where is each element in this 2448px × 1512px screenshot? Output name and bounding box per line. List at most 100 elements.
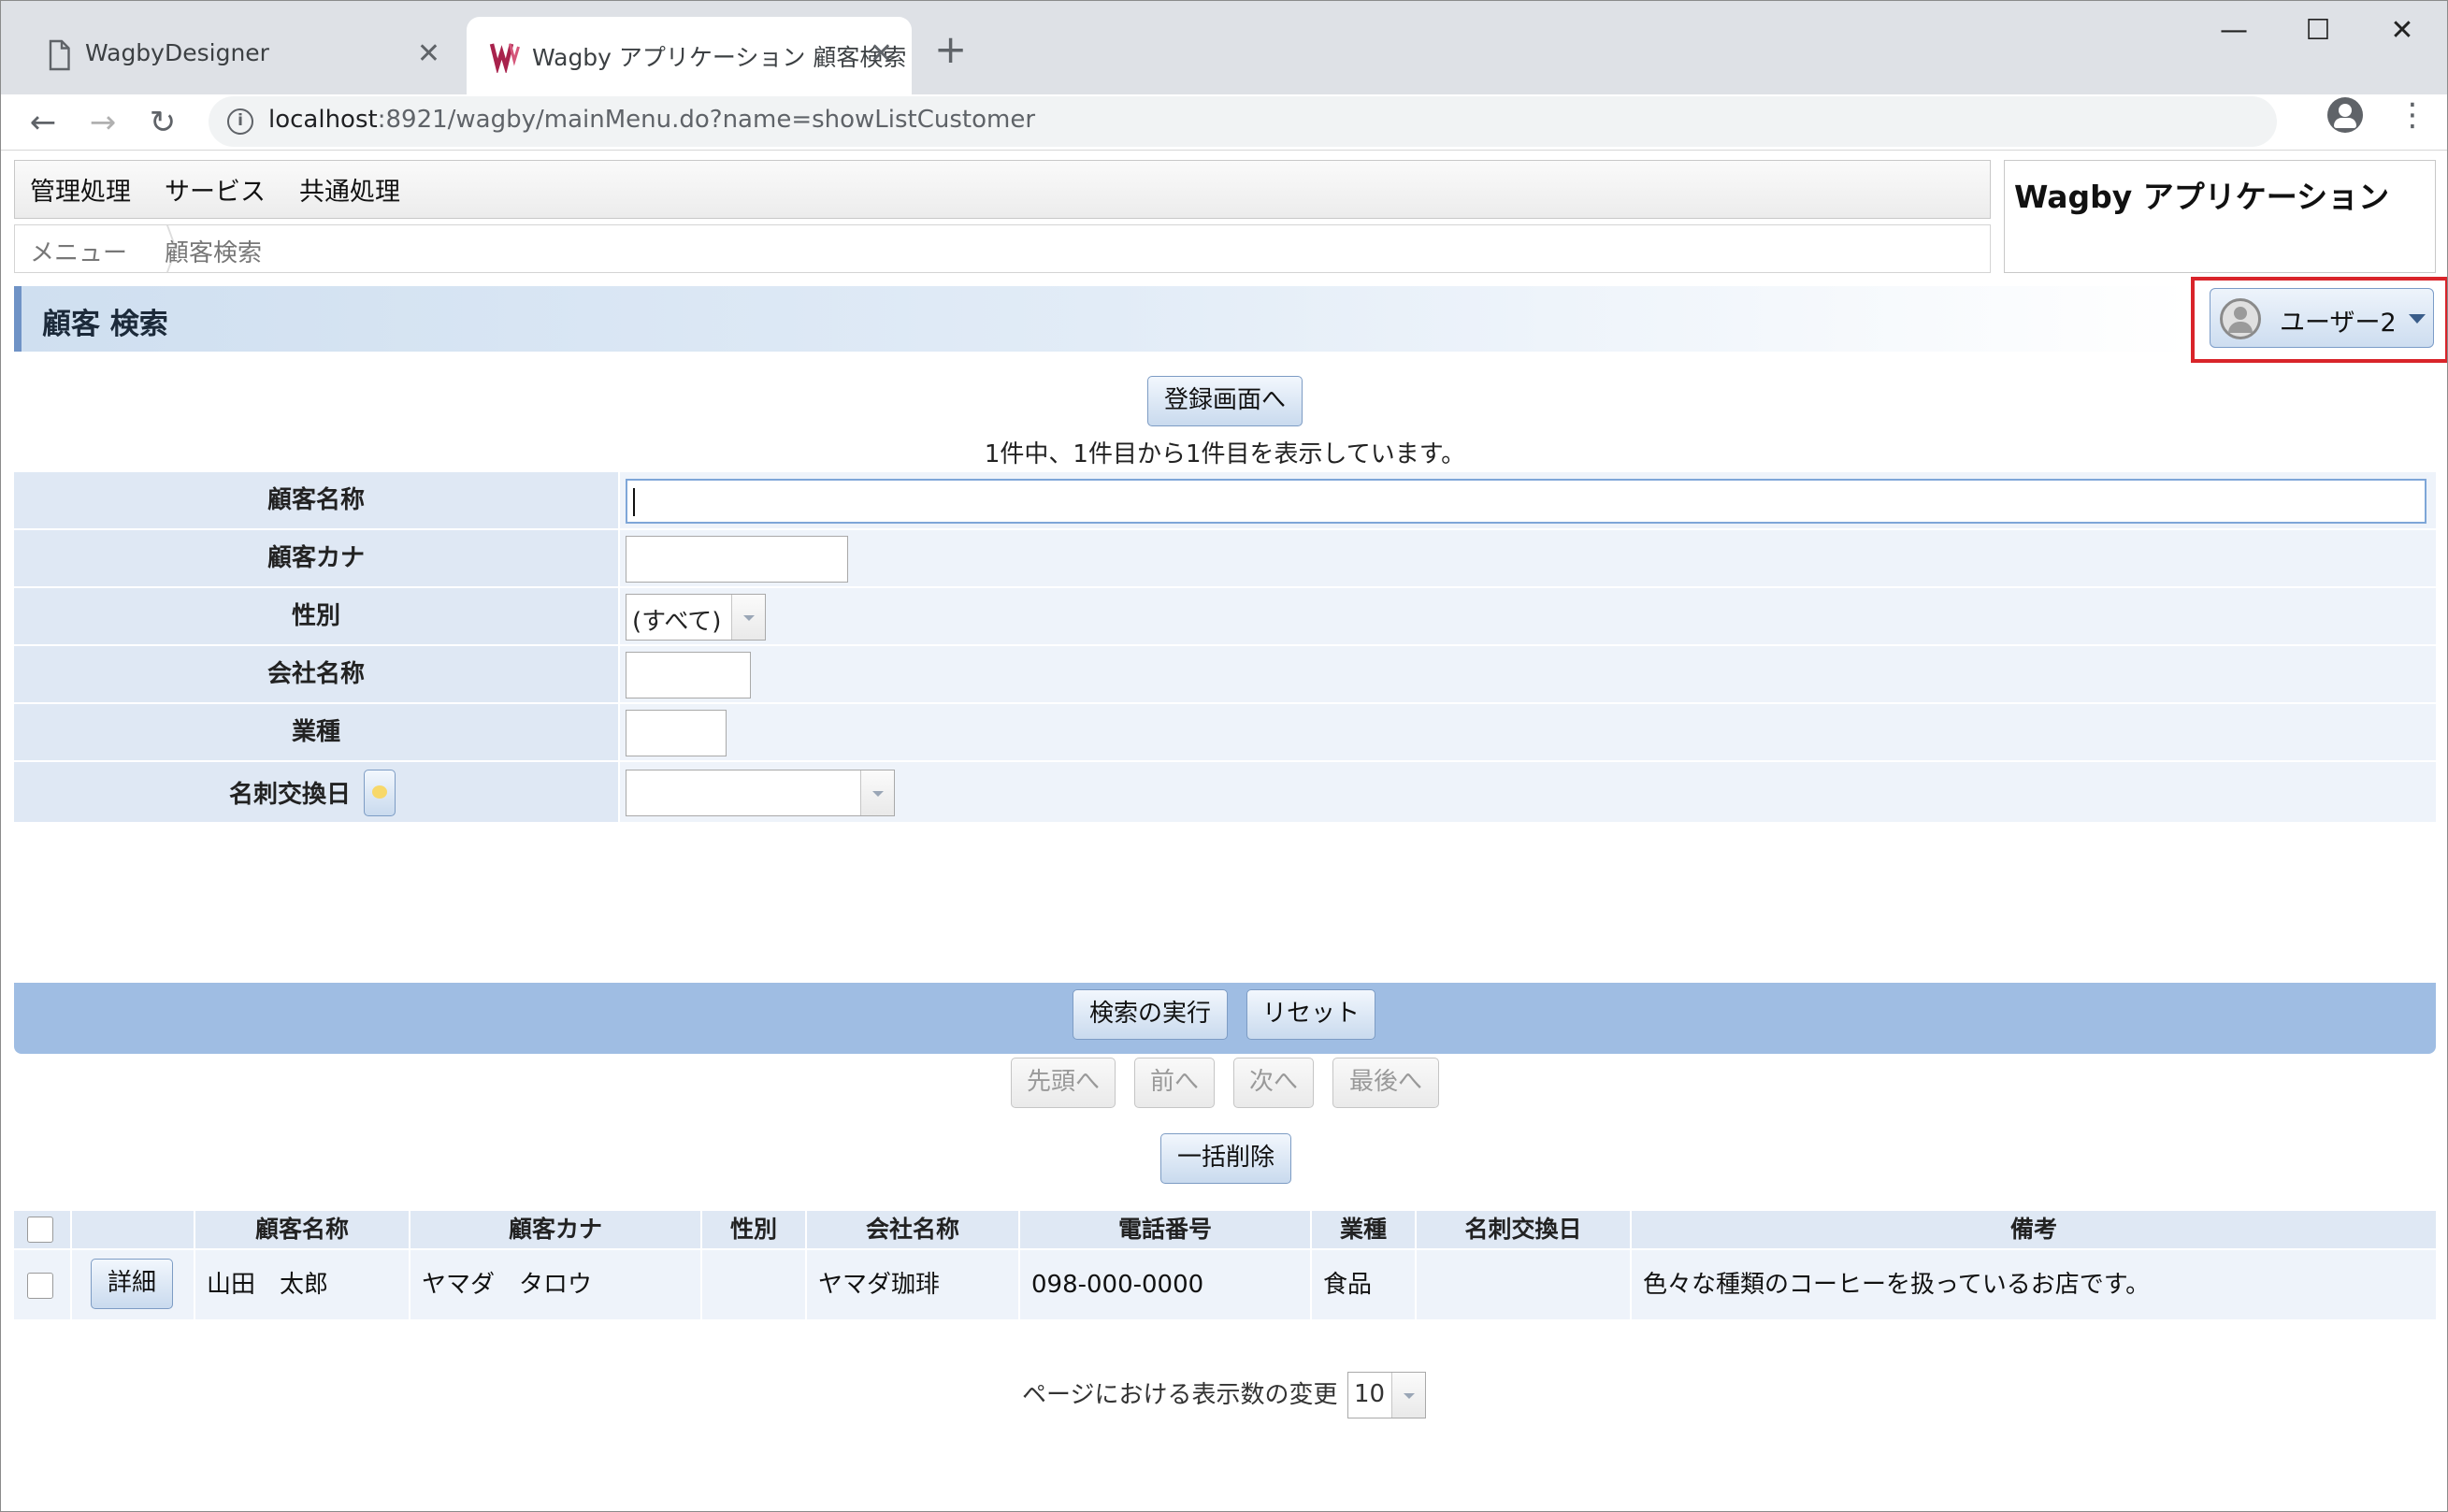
form-row-gender: 性別 (すべて)	[14, 588, 2436, 646]
page-size-select[interactable]: 10	[1347, 1372, 1426, 1418]
column-header[interactable]: 会社名称	[807, 1211, 1020, 1248]
page-content: 管理処理 サービス 共通処理 メニュー 顧客検索 Wagby アプリケーション …	[1, 151, 2447, 1511]
document-icon	[49, 39, 70, 71]
register-screen-button[interactable]: 登録画面へ	[1147, 376, 1303, 426]
table-cell: ヤマダ珈琲	[807, 1250, 1020, 1319]
field-label: 会社名称	[14, 646, 618, 702]
tab-customer-search[interactable]: Wagby アプリケーション 顧客検索 ✕	[467, 17, 912, 94]
form-row-card-exchange-date: 名刺交換日	[14, 762, 2436, 824]
table-cell	[702, 1250, 807, 1319]
table-cell: 色々な種類のコーヒーを扱っているお店です。	[1632, 1250, 2436, 1319]
table-cell: 山田 太郎	[195, 1250, 410, 1319]
maximize-icon[interactable]: ☐	[2290, 10, 2346, 51]
column-header[interactable]: 業種	[1312, 1211, 1417, 1248]
account-icon[interactable]	[2327, 97, 2363, 133]
app-title-box: Wagby アプリケーション	[2004, 160, 2436, 273]
menu-item-common[interactable]: 共通処理	[299, 171, 400, 208]
customer-kana-input[interactable]	[626, 536, 848, 583]
row-checkbox[interactable]	[27, 1273, 53, 1299]
next-page-button[interactable]: 次へ	[1233, 1058, 1314, 1108]
page-title-bar: 顧客 検索	[14, 286, 2193, 352]
menu-item-service[interactable]: サービス	[165, 171, 266, 208]
field-label: 顧客カナ	[14, 530, 618, 586]
field-label: 名刺交換日	[229, 781, 352, 809]
address-bar[interactable]: i localhost:8921/wagby/mainMenu.do?name=…	[209, 96, 2277, 147]
select-all-checkbox[interactable]	[27, 1217, 53, 1243]
form-row-customer-name: 顧客名称	[14, 472, 2436, 530]
company-name-input[interactable]	[626, 652, 751, 698]
url-text[interactable]: localhost:8921/wagby/mainMenu.do?name=sh…	[268, 106, 1035, 134]
result-count-text: 1件中、1件目から1件目を表示しています。	[984, 440, 1466, 468]
close-icon[interactable]: ✕	[870, 36, 893, 73]
column-header[interactable]: 顧客カナ	[410, 1211, 702, 1248]
last-page-button[interactable]: 最後へ	[1332, 1058, 1439, 1108]
form-row-company-name: 会社名称	[14, 646, 2436, 704]
forward-arrow-icon[interactable]: →	[79, 98, 126, 147]
dropdown-arrow-icon[interactable]	[860, 770, 894, 815]
table-cell: ヤマダ タロウ	[410, 1250, 702, 1319]
industry-input[interactable]	[626, 710, 727, 756]
search-execute-button[interactable]: 検索の実行	[1073, 989, 1228, 1040]
detail-button[interactable]: 詳細	[91, 1259, 173, 1309]
browser-toolbar: ← → ↻ i localhost:8921/wagby/mainMenu.do…	[1, 94, 2447, 151]
prev-page-button[interactable]: 前へ	[1134, 1058, 1215, 1108]
field-value-cell	[620, 530, 2436, 586]
tab-wagbydesigner[interactable]: WagbyDesigner ✕	[20, 17, 459, 94]
field-value-cell: (すべて)	[620, 588, 2436, 644]
minimize-icon[interactable]: —	[2206, 10, 2262, 51]
breadcrumb: メニュー 顧客検索	[14, 224, 1991, 273]
page-size-label: ページにおける表示数の変更	[1022, 1381, 1338, 1409]
window-close-icon[interactable]: ✕	[2374, 10, 2430, 51]
card-exchange-date-select[interactable]	[626, 770, 895, 816]
column-header[interactable]: 電話番号	[1020, 1211, 1312, 1248]
field-label-cell: 名刺交換日	[14, 762, 618, 822]
form-row-industry: 業種	[14, 704, 2436, 762]
browser-menu-icon[interactable]: ⋮	[2397, 98, 2428, 132]
bulk-delete-button[interactable]: 一括削除	[1160, 1133, 1291, 1184]
row-detail-cell: 詳細	[72, 1250, 195, 1319]
close-icon[interactable]: ✕	[417, 36, 440, 73]
menu-item-admin[interactable]: 管理処理	[30, 171, 131, 208]
column-header[interactable]: 顧客名称	[195, 1211, 410, 1248]
url-host: localhost	[268, 106, 378, 134]
reload-icon[interactable]: ↻	[139, 98, 186, 147]
calendar-icon	[372, 785, 387, 799]
column-header[interactable]: 名刺交換日	[1417, 1211, 1632, 1248]
page-size-value: 10	[1354, 1380, 1386, 1408]
table-cell: 食品	[1312, 1250, 1417, 1319]
dropdown-arrow-icon[interactable]	[1391, 1373, 1425, 1418]
browser-window: WagbyDesigner ✕ Wagby アプリケーション 顧客検索 ✕ + …	[0, 0, 2448, 1512]
form-row-customer-kana: 顧客カナ	[14, 530, 2436, 588]
field-label: 性別	[14, 588, 618, 644]
app-title: Wagby アプリケーション	[2014, 179, 2390, 215]
breadcrumb-current: 顧客検索	[165, 239, 263, 267]
reset-button[interactable]: リセット	[1246, 989, 1375, 1040]
select-all-header	[14, 1211, 72, 1248]
column-header[interactable]: 性別	[702, 1211, 807, 1248]
field-value-cell	[620, 472, 2436, 528]
table-cell: 098-000-0000	[1020, 1250, 1312, 1319]
detail-header	[72, 1211, 195, 1248]
first-page-button[interactable]: 先頭へ	[1011, 1058, 1116, 1108]
customer-name-input[interactable]	[626, 479, 2426, 524]
page-title: 顧客 検索	[42, 308, 168, 341]
field-value-cell	[620, 704, 2436, 760]
field-label: 顧客名称	[14, 472, 618, 528]
tab-title: WagbyDesigner	[85, 39, 269, 66]
gender-select[interactable]: (すべて)	[626, 594, 766, 641]
table-cell	[1417, 1250, 1632, 1319]
url-path: :8921/wagby/mainMenu.do?name=showListCus…	[377, 106, 1036, 134]
field-value-cell	[620, 762, 2436, 822]
wagby-logo-icon	[489, 43, 520, 73]
back-arrow-icon[interactable]: ←	[20, 98, 66, 147]
dropdown-arrow-icon[interactable]	[731, 595, 765, 640]
tab-strip: WagbyDesigner ✕ Wagby アプリケーション 顧客検索 ✕ + …	[1, 1, 2447, 94]
column-header[interactable]: 備考	[1632, 1211, 2436, 1248]
calendar-button[interactable]	[364, 770, 396, 816]
highlight-annotation-box	[2191, 277, 2447, 363]
field-label: 業種	[14, 704, 618, 760]
gender-select-value: (すべて)	[632, 608, 722, 636]
new-tab-icon[interactable]: +	[934, 27, 967, 72]
info-icon[interactable]: i	[227, 108, 253, 135]
breadcrumb-menu-link[interactable]: メニュー	[30, 234, 127, 268]
